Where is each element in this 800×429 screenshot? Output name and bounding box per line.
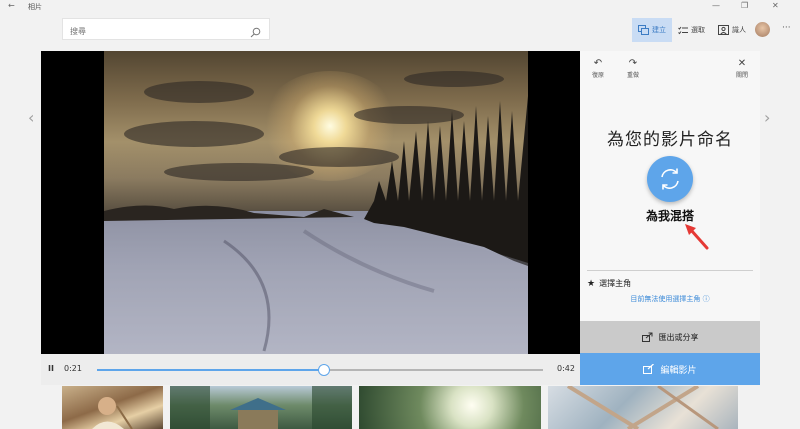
thumbnail-forest[interactable] bbox=[359, 386, 541, 429]
title-bar: ← 相片 — ❐ ✕ bbox=[0, 0, 800, 14]
search-input[interactable] bbox=[63, 21, 243, 42]
redo-label: 重做 bbox=[626, 72, 639, 79]
nav-people[interactable]: 識人 bbox=[712, 18, 752, 42]
seek-thumb[interactable] bbox=[318, 364, 331, 376]
seek-progress bbox=[97, 369, 325, 371]
avatar[interactable] bbox=[755, 22, 770, 37]
star-icon: ★ bbox=[587, 278, 596, 289]
pointer-arrow-icon bbox=[685, 224, 709, 250]
edit-video-button[interactable]: 編輯影片 bbox=[580, 353, 760, 385]
current-time: 0:21 bbox=[64, 364, 82, 373]
edit-video-label: 編輯影片 bbox=[660, 365, 697, 376]
edit-video-icon bbox=[643, 364, 655, 374]
seek-bar[interactable] bbox=[97, 364, 543, 376]
total-time: 0:42 bbox=[557, 364, 575, 373]
minimize-button[interactable]: — bbox=[712, 1, 720, 10]
divider bbox=[587, 270, 753, 271]
video-name-title[interactable]: 為您的影片命名 bbox=[580, 125, 760, 150]
pause-icon[interactable]: II bbox=[48, 364, 54, 373]
select-lead-label: 選擇主角 bbox=[599, 279, 632, 288]
thumbnail-person[interactable] bbox=[62, 386, 163, 429]
search-icon[interactable] bbox=[250, 23, 261, 42]
undo-icon: ↶ bbox=[593, 58, 603, 69]
nav-select-label: 選取 bbox=[691, 26, 705, 34]
close-icon: ✕ bbox=[737, 58, 747, 69]
export-share-label: 匯出或分享 bbox=[658, 332, 699, 342]
playback-bar: II 0:21 0:42 bbox=[41, 354, 580, 385]
create-icon bbox=[638, 25, 649, 35]
restore-button[interactable]: ❐ bbox=[741, 1, 748, 10]
redo-button[interactable]: ↷ 重做 bbox=[618, 58, 648, 79]
back-button[interactable]: ← bbox=[8, 1, 15, 10]
search-box bbox=[62, 18, 270, 42]
nav-create[interactable]: 建立 bbox=[632, 18, 672, 42]
people-icon bbox=[718, 25, 729, 35]
nav-select[interactable]: 選取 bbox=[672, 18, 711, 42]
export-share-button[interactable]: 匯出或分享 bbox=[580, 321, 760, 353]
undo-label: 復原 bbox=[591, 72, 604, 79]
trees-silhouette bbox=[104, 96, 528, 354]
thumbnail-temple[interactable] bbox=[170, 386, 352, 429]
video-preview[interactable] bbox=[41, 51, 580, 354]
checklist-icon bbox=[678, 26, 688, 35]
share-icon bbox=[641, 332, 653, 342]
nav-create-label: 建立 bbox=[652, 26, 666, 34]
close-label: 關閉 bbox=[735, 72, 748, 79]
close-window-button[interactable]: ✕ bbox=[772, 1, 779, 10]
undo-button[interactable]: ↶ 復原 bbox=[583, 58, 613, 79]
select-lead-row: ★ 選擇主角 bbox=[587, 278, 631, 289]
previous-arrow-icon[interactable]: ‹ bbox=[28, 108, 34, 127]
video-frame bbox=[104, 51, 528, 354]
thumbnail-structure[interactable] bbox=[548, 384, 738, 429]
redo-icon: ↷ bbox=[628, 58, 638, 69]
app-title: 相片 bbox=[28, 3, 42, 11]
remix-panel: ↶ 復原 ↷ 重做 ✕ 關閉 為您的影片命名 為我混搭 ★ 選擇主角 目前無法使… bbox=[580, 51, 760, 321]
remix-label[interactable]: 為我混搭 bbox=[580, 207, 760, 224]
nav-people-label: 識人 bbox=[732, 26, 746, 34]
close-panel-button[interactable]: ✕ 關閉 bbox=[727, 58, 757, 79]
select-lead-unavailable-link[interactable]: 目前無法使用選擇主角 ⓘ bbox=[580, 294, 760, 304]
app-header: 建立 選取 識人 ··· bbox=[0, 14, 800, 46]
next-arrow-icon[interactable]: › bbox=[764, 108, 770, 127]
remix-button[interactable] bbox=[647, 156, 693, 202]
media-thumbnails bbox=[62, 384, 738, 429]
refresh-icon bbox=[661, 168, 679, 190]
more-menu-button[interactable]: ··· bbox=[782, 23, 791, 33]
